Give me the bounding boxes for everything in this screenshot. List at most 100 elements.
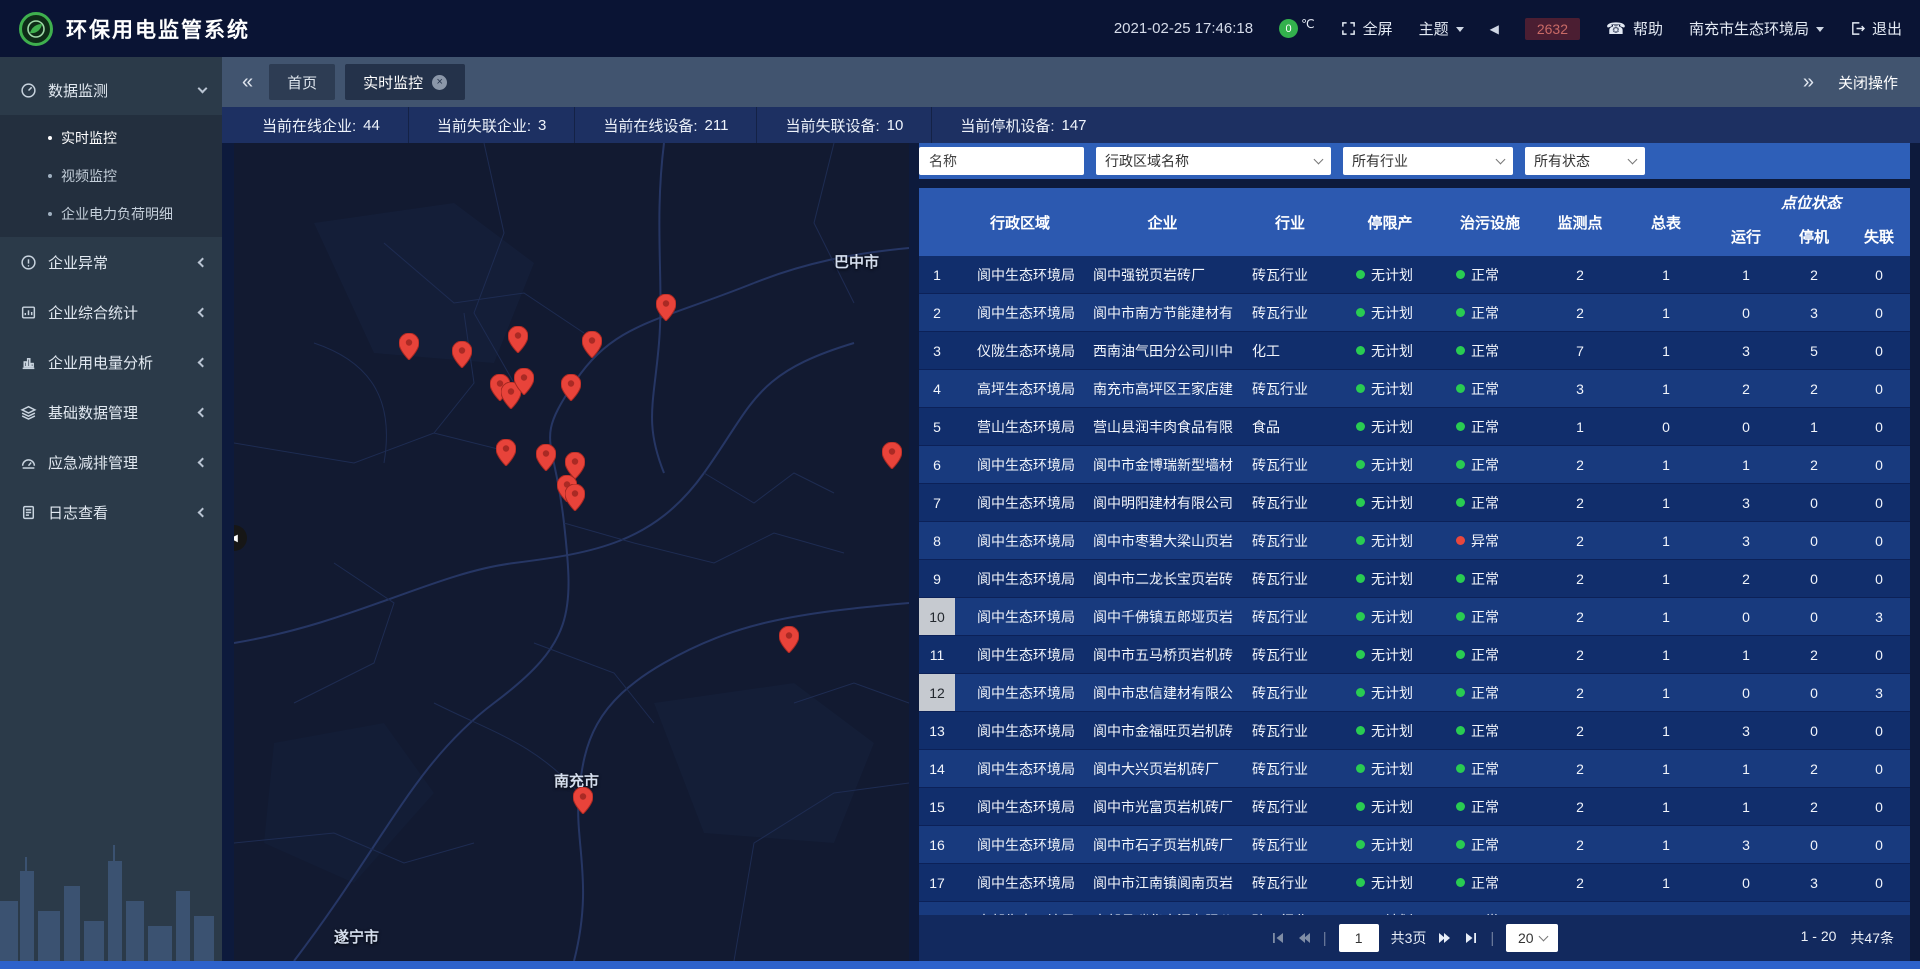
help-button[interactable]: ☎ 帮助 [1606,18,1663,39]
page-number-input[interactable] [1339,924,1379,952]
sidebar-item-log-view[interactable]: 日志查看 [0,487,222,537]
table-row[interactable]: 17 阆中生态环境局 阆中市江南镇阆南页岩 砖瓦行业 无计划 正常 [919,864,1910,902]
tab-realtime-monitor[interactable]: 实时监控 × [345,64,465,100]
status-dot [1356,270,1365,279]
sidebar-item-power-load-detail[interactable]: 企业电力负荷明细 [0,195,222,233]
sidebar-item-enterprise-abnormal[interactable]: 企业异常 [0,237,222,287]
map-pin[interactable] [582,331,602,358]
industry-filter-select[interactable]: 所有行业 [1343,147,1513,175]
sidebar-item-realtime-monitor[interactable]: 实时监控 [0,119,222,157]
map-pin[interactable] [561,374,581,401]
cell-run: 0 [1712,902,1780,915]
stat-label: 当前失联设备: [785,115,879,136]
map-pin[interactable] [514,368,534,395]
stat-value: 147 [1062,117,1087,134]
map-pin[interactable] [779,626,799,653]
sidebar-item-data-monitor[interactable]: 数据监测 [0,65,222,115]
map-pin[interactable] [656,294,676,321]
cell-region: 阆中生态环境局 [955,636,1085,673]
map-pin[interactable] [496,439,516,466]
cell-company: 阆中明阳建材有限公司 [1085,484,1240,521]
close-operations-menu[interactable]: 关闭操作 [1838,72,1898,93]
table-row[interactable]: 1 阆中生态环境局 阆中强锐页岩砖厂 砖瓦行业 无计划 正常 [919,256,1910,294]
cell-facility: 正常 [1440,560,1540,597]
status-dot [1456,764,1465,773]
table-row[interactable]: 18 南部生态环境局 南部县瑞华水泥有限公 砖瓦行业 无计划 正常 [919,902,1910,915]
status-dot [1456,460,1465,469]
map-pin[interactable] [452,341,472,368]
chevron-left-icon [198,257,208,267]
bullet-icon [48,174,52,178]
sidebar-item-base-data[interactable]: 基础数据管理 [0,387,222,437]
status-filter-select[interactable]: 所有状态 [1525,147,1645,175]
table-row[interactable]: 11 阆中生态环境局 阆中市五马桥页岩机砖 砖瓦行业 无计划 正常 [919,636,1910,674]
cell-run: 0 [1712,294,1780,331]
name-filter-input[interactable] [919,147,1084,175]
sidebar-item-video-monitor[interactable]: 视频监控 [0,157,222,195]
cell-index: 1 [919,256,955,293]
cell-facility: 正常 [1440,750,1540,787]
table-row[interactable]: 2 阆中生态环境局 阆中市南方节能建材有 砖瓦行业 无计划 正常 [919,294,1910,332]
prev-page-icon[interactable] [1297,931,1311,945]
table-row[interactable]: 6 阆中生态环境局 阆中市金博瑞新型墙材 砖瓦行业 无计划 正常 [919,446,1910,484]
stat-item: 当前在线企业: 44 [234,107,409,143]
table-row[interactable]: 16 阆中生态环境局 阆中市石子页岩机砖厂 砖瓦行业 无计划 正常 [919,826,1910,864]
cell-meters: 1 [1620,560,1712,597]
map-pin[interactable] [536,444,556,471]
sidebar-item-emergency-reduction[interactable]: 应急减排管理 [0,437,222,487]
theme-dropdown[interactable]: 主题 [1419,18,1464,39]
tab-home[interactable]: 首页 [269,64,335,100]
first-page-icon[interactable] [1271,931,1285,945]
last-page-icon[interactable] [1464,931,1478,945]
cell-company: 阆中市金福旺页岩机砖 [1085,712,1240,749]
table-row[interactable]: 3 仪陇生态环境局 西南油气田分公司川中 化工 无计划 正常 [919,332,1910,370]
map-pin[interactable] [399,333,419,360]
cell-industry: 砖瓦行业 [1240,256,1340,293]
cell-meters: 1 [1620,864,1712,901]
region-filter-select[interactable]: 行政区域名称 [1096,147,1331,175]
status-dot [1356,802,1365,811]
cell-facility: 正常 [1440,408,1540,445]
table-row[interactable]: 5 营山生态环境局 营山县润丰肉食品有限 食品 无计划 正常 [919,408,1910,446]
cell-facility: 正常 [1440,484,1540,521]
sidebar-item-power-analysis[interactable]: 企业用电量分析 [0,337,222,387]
cell-lost: 0 [1848,522,1910,559]
sidebar-item-enterprise-statistics[interactable]: 企业综合统计 [0,287,222,337]
map-pin[interactable] [565,484,585,511]
table-row[interactable]: 4 高坪生态环境局 南充市高坪区王家店建 砖瓦行业 无计划 正常 [919,370,1910,408]
map-pin[interactable] [508,326,528,353]
table-row[interactable]: 10 阆中生态环境局 阆中千佛镇五郎垭页岩 砖瓦行业 无计划 正常 [919,598,1910,636]
cell-facility: 正常 [1440,826,1540,863]
table-row[interactable]: 7 阆中生态环境局 阆中明阳建材有限公司 砖瓦行业 无计划 正常 [919,484,1910,522]
fullscreen-button[interactable]: 全屏 [1341,18,1393,39]
status-dot [1456,726,1465,735]
cell-limit: 无计划 [1340,636,1440,673]
cell-facility: 正常 [1440,446,1540,483]
org-dropdown[interactable]: 南充市生态环境局 [1689,18,1824,39]
cell-lost: 0 [1848,750,1910,787]
map-pin[interactable] [573,787,593,814]
cell-stop: 0 [1780,902,1848,915]
pagination-info: 1 - 20 共47条 [1801,928,1894,948]
table-row[interactable]: 15 阆中生态环境局 阆中市光富页岩机砖厂 砖瓦行业 无计划 正常 [919,788,1910,826]
table-row[interactable]: 12 阆中生态环境局 阆中市忠信建材有限公 砖瓦行业 无计划 正常 [919,674,1910,712]
page-size-select[interactable]: 20 [1506,924,1558,952]
cell-points: 2 [1540,636,1620,673]
map-panel[interactable]: 巴中市 南充市 遂宁市 ◀ [234,143,909,961]
table-row[interactable]: 9 阆中生态环境局 阆中市二龙长宝页岩砖 砖瓦行业 无计划 正常 [919,560,1910,598]
table-row[interactable]: 8 阆中生态环境局 阆中市枣碧大梁山页岩 砖瓦行业 无计划 异常 [919,522,1910,560]
alert-scroll-icon[interactable]: ◀ [1490,22,1499,36]
cell-facility: 正常 [1440,674,1540,711]
tab-bar: « 首页 实时监控 × » 关闭操作 [222,57,1920,107]
status-dot [1456,536,1465,545]
tabs-scroll-left-icon[interactable]: « [236,72,259,92]
table-row[interactable]: 14 阆中生态环境局 阆中大兴页岩机砖厂 砖瓦行业 无计划 正常 [919,750,1910,788]
table-row[interactable]: 13 阆中生态环境局 阆中市金福旺页岩机砖 砖瓦行业 无计划 正常 [919,712,1910,750]
divider: | [1323,930,1327,947]
tab-close-icon[interactable]: × [432,75,447,90]
tabs-scroll-right-icon[interactable]: » [1797,72,1820,92]
alarm-count-badge[interactable]: 2632 [1525,18,1580,40]
map-pin[interactable] [882,442,902,469]
logout-button[interactable]: 退出 [1850,18,1902,39]
next-page-icon[interactable] [1438,931,1452,945]
